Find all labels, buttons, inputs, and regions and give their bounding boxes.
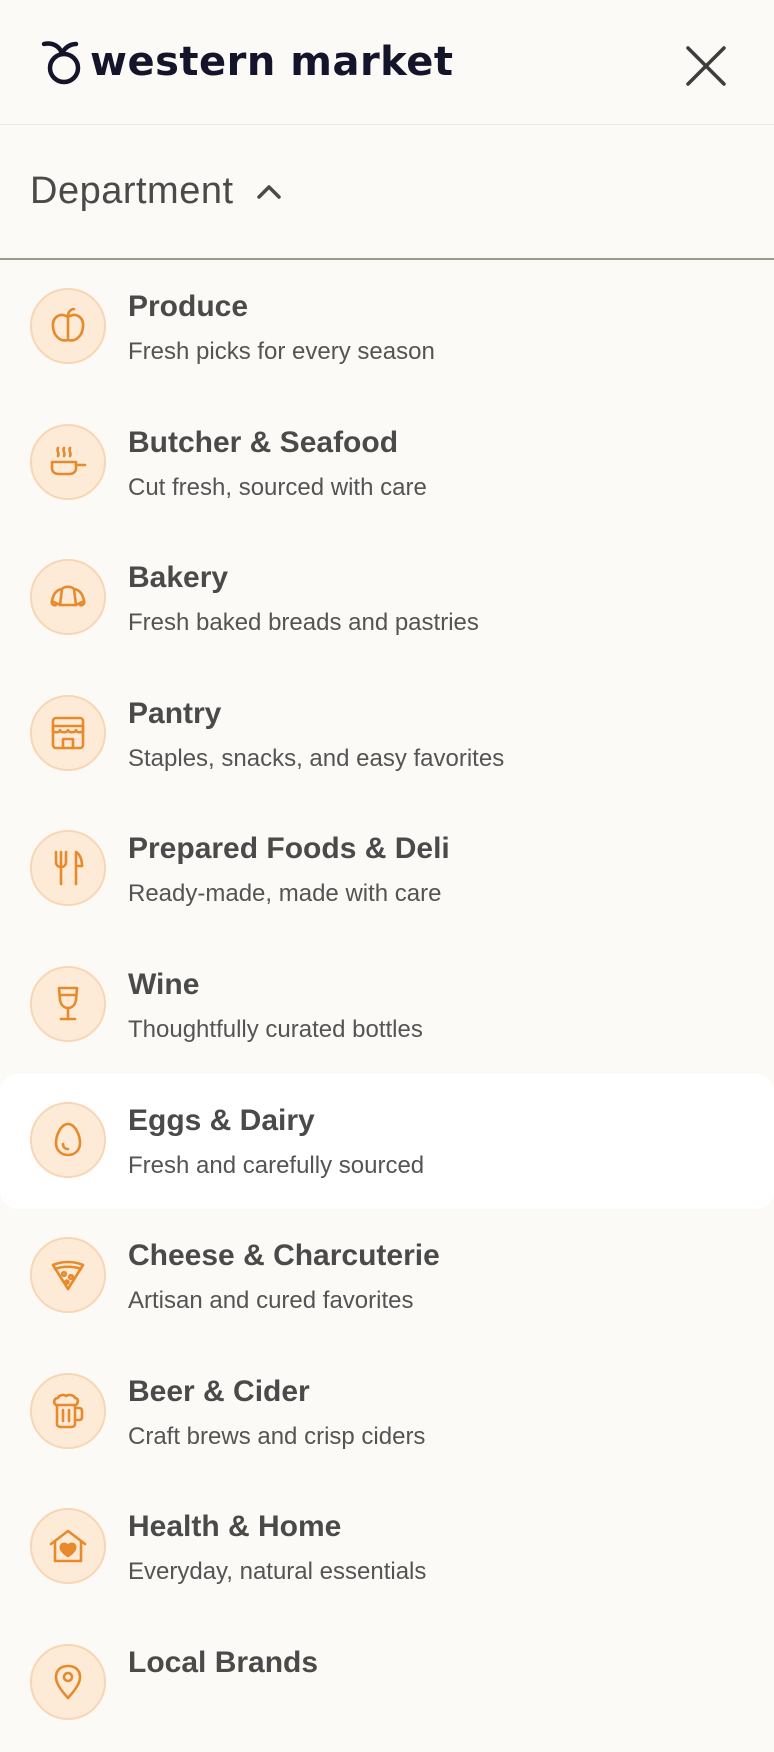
- pan-icon: [30, 423, 106, 500]
- top-header: western market: [0, 0, 774, 125]
- department-item-local-brands[interactable]: Local Brands: [0, 1616, 774, 1752]
- item-title: Prepared Foods & Deli: [128, 832, 450, 866]
- item-title: Eggs & Dairy: [128, 1103, 315, 1137]
- item-title: Cheese & Charcuterie: [128, 1239, 440, 1273]
- storefront-icon: [30, 694, 106, 771]
- department-item-wine[interactable]: Wine Thoughtfully curated bottles: [0, 938, 774, 1074]
- item-title: Bakery: [128, 561, 229, 595]
- item-subtitle: Thoughtfully curated bottles: [128, 1015, 423, 1043]
- cheese-icon: [30, 1237, 106, 1314]
- chevron-up-icon: [256, 185, 281, 199]
- fork-knife-icon: [30, 830, 106, 907]
- fruit-logo-icon: [41, 41, 81, 85]
- item-subtitle: Fresh baked breads and pastries: [128, 609, 479, 637]
- item-subtitle: Staples, snacks, and easy favorites: [128, 744, 505, 772]
- department-title: Department: [30, 169, 234, 212]
- brand-logo[interactable]: western market: [40, 36, 453, 88]
- item-title: Produce: [128, 290, 249, 323]
- item-subtitle: Everyday, natural essentials: [128, 1558, 427, 1586]
- department-list: Produce Fresh picks for every season But…: [0, 260, 774, 1752]
- item-title: Health & Home: [128, 1510, 342, 1544]
- item-subtitle: Craft brews and crisp ciders: [128, 1422, 426, 1450]
- item-subtitle: Fresh and carefully sourced: [128, 1151, 425, 1179]
- department-item-butcher-seafood[interactable]: Butcher & Seafood Cut fresh, sourced wit…: [0, 396, 774, 532]
- egg-icon: [30, 1101, 106, 1178]
- logo-text: western market: [90, 39, 454, 85]
- croissant-icon: [30, 559, 106, 636]
- item-subtitle: Cut fresh, sourced with care: [128, 473, 427, 501]
- item-title: Wine: [128, 967, 200, 1001]
- department-item-pantry[interactable]: Pantry Staples, snacks, and easy favorit…: [0, 667, 774, 803]
- department-item-produce[interactable]: Produce Fresh picks for every season: [0, 260, 774, 396]
- department-item-health-home[interactable]: Health & Home Everyday, natural essentia…: [0, 1480, 774, 1616]
- department-item-prepared-foods-deli[interactable]: Prepared Foods & Deli Ready-made, made w…: [0, 802, 774, 938]
- apple-icon: [30, 288, 106, 364]
- beer-mug-icon: [30, 1372, 106, 1449]
- wine-glass-icon: [30, 965, 106, 1042]
- item-title: Local Brands: [128, 1645, 319, 1679]
- item-title: Beer & Cider: [128, 1374, 310, 1408]
- home-heart-icon: [30, 1508, 106, 1585]
- department-item-beer-cider[interactable]: Beer & Cider Craft brews and crisp cider…: [0, 1345, 774, 1481]
- item-title: Butcher & Seafood: [128, 425, 399, 459]
- close-icon[interactable]: [680, 40, 732, 92]
- department-item-eggs-dairy[interactable]: Eggs & Dairy Fresh and carefully sourced: [0, 1073, 774, 1210]
- location-pin-icon: [30, 1643, 106, 1720]
- item-subtitle: Artisan and cured favorites: [128, 1287, 414, 1315]
- department-item-cheese-charcuterie[interactable]: Cheese & Charcuterie Artisan and cured f…: [0, 1209, 774, 1345]
- department-toggle[interactable]: Department: [0, 124, 774, 260]
- item-subtitle: Fresh picks for every season: [128, 338, 435, 365]
- item-title: Pantry: [128, 696, 222, 730]
- item-subtitle: Ready-made, made with care: [128, 880, 442, 908]
- department-item-bakery[interactable]: Bakery Fresh baked breads and pastries: [0, 531, 774, 667]
